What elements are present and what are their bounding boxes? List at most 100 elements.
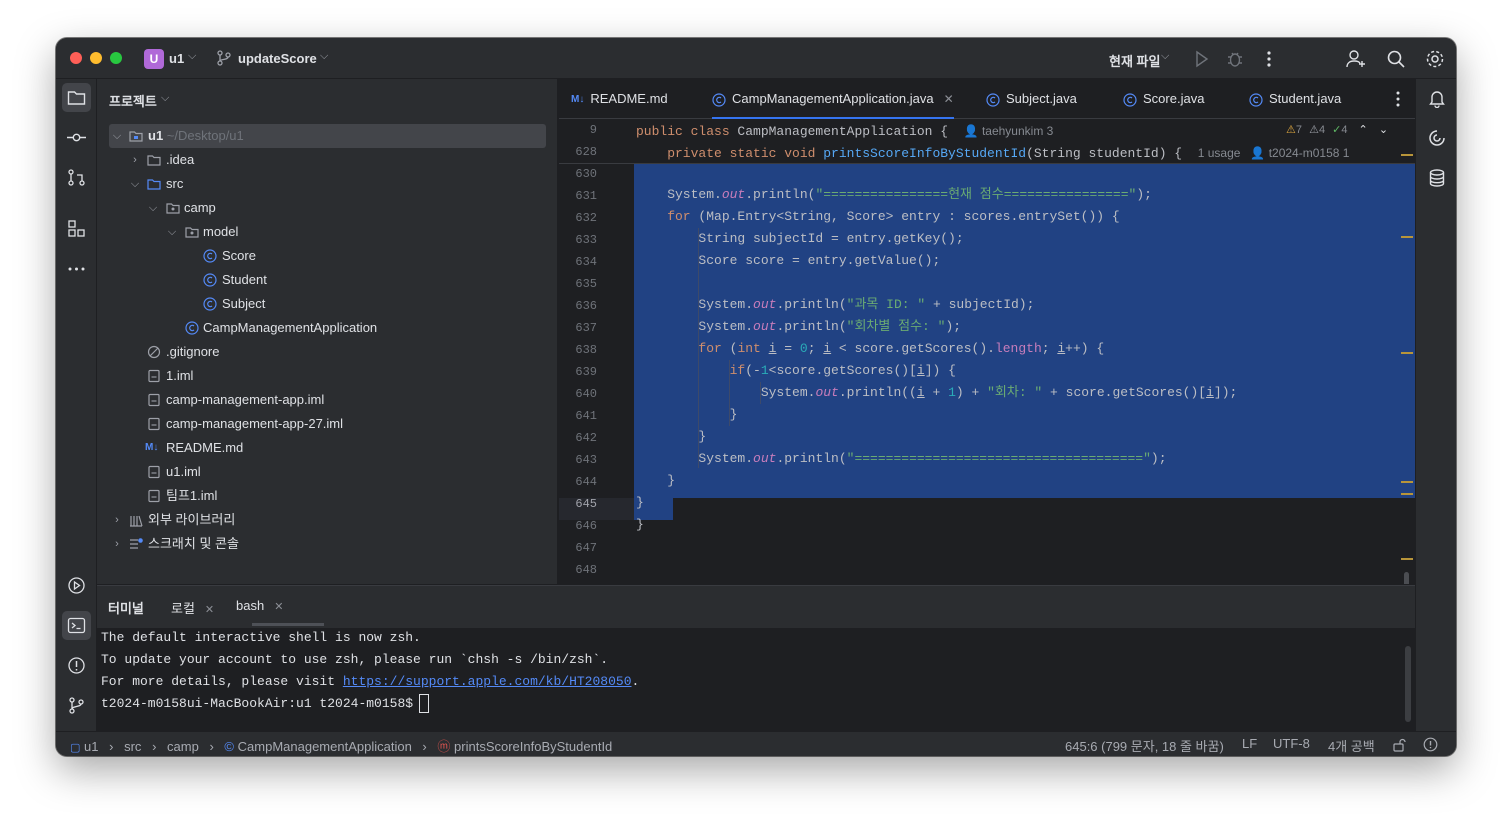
inspection-widget[interactable]: ⚠7 ⚠4 ✓4 ⌃ ⌄ xyxy=(1286,123,1388,136)
warning-marker[interactable] xyxy=(1401,481,1413,483)
commit-tool-button[interactable] xyxy=(62,123,91,152)
close-tab-icon[interactable]: ✕ xyxy=(274,601,283,613)
tree-item-subject[interactable]: Subject xyxy=(109,292,546,316)
tree-item-readme[interactable]: M↓ README.md xyxy=(109,436,546,460)
minimize-window-button[interactable] xyxy=(90,52,102,64)
settings-gear-icon[interactable] xyxy=(1424,48,1446,70)
chevron-right-icon[interactable]: › xyxy=(129,148,141,172)
tree-item-student[interactable]: Student xyxy=(109,268,546,292)
chevron-right-icon[interactable]: › xyxy=(111,508,123,532)
tab-local-terminal[interactable]: 로컬 ✕ xyxy=(171,598,214,617)
debug-icon[interactable] xyxy=(1224,48,1246,70)
unlock-icon[interactable] xyxy=(1392,738,1406,752)
tab-camp-management-application[interactable]: CampManagementApplication.java ✕ xyxy=(712,79,954,119)
project-badge[interactable]: U xyxy=(144,49,164,69)
tree-item-1iml[interactable]: 1.iml xyxy=(109,364,546,388)
close-tab-icon[interactable]: ✕ xyxy=(205,604,214,616)
problems-indicator-icon[interactable] xyxy=(1423,737,1438,752)
close-window-button[interactable] xyxy=(70,52,82,64)
chevron-down-icon[interactable]: ⌵ xyxy=(111,124,123,148)
usage-inlay[interactable]: 1 usage xyxy=(1198,146,1241,160)
terminal-panel: 터미널 로컬 ✕ bash ✕ The default interactive sh… xyxy=(97,585,1415,731)
git-tool-button[interactable] xyxy=(62,691,91,720)
author-inlay[interactable]: taehyunkim 3 xyxy=(982,124,1053,138)
problems-tool-button[interactable] xyxy=(62,651,91,680)
breadcrumb-item[interactable]: src xyxy=(124,739,141,754)
breadcrumb-item[interactable]: u1 xyxy=(84,739,98,754)
caret-position[interactable]: 645:6 (799 문자, 18 줄 바꿈) xyxy=(1065,736,1224,755)
code-string: "과목 ID: " xyxy=(846,297,926,312)
tree-item-idea[interactable]: › .idea xyxy=(109,148,546,172)
author-inlay[interactable]: t2024-m0158 1 xyxy=(1269,146,1350,160)
tree-item-camp[interactable]: ⌵ camp xyxy=(109,196,546,220)
tree-item-camp-iml[interactable]: camp-management-app.iml xyxy=(109,388,546,412)
tab-bash-terminal[interactable]: bash ✕ xyxy=(236,598,283,613)
zoom-window-button[interactable] xyxy=(110,52,122,64)
tree-item-gitignore[interactable]: .gitignore xyxy=(109,340,546,364)
chevron-down-icon[interactable]: ⌵ xyxy=(129,172,141,196)
search-icon[interactable] xyxy=(1385,48,1407,70)
terminal-scrollbar[interactable] xyxy=(1405,646,1411,722)
warning-marker[interactable] xyxy=(1401,236,1413,238)
tab-readme[interactable]: M↓ README.md xyxy=(571,79,668,119)
line-separator[interactable]: LF xyxy=(1242,736,1257,751)
active-tab-underline xyxy=(252,623,324,626)
file-encoding[interactable]: UTF-8 xyxy=(1273,736,1310,751)
tab-label: Student.java xyxy=(1269,91,1342,106)
pull-requests-tool-button[interactable] xyxy=(62,163,91,192)
tree-item-scratches[interactable]: › 스크래치 및 콘솔 xyxy=(109,532,546,556)
tree-item-camp-app[interactable]: CampManagementApplication xyxy=(109,316,546,340)
tree-item-camp27-iml[interactable]: camp-management-app-27.iml xyxy=(109,412,546,436)
breadcrumb-item[interactable]: CampManagementApplication xyxy=(238,739,412,754)
chevron-right-icon[interactable]: › xyxy=(111,532,123,556)
tab-score[interactable]: Score.java xyxy=(1123,79,1204,119)
code-editor[interactable]: 630 631 632 633 634 635 636 637 638 639 640 641 642 6… xyxy=(559,120,1415,584)
tree-item-external-libs[interactable]: › 외부 라이브러리 xyxy=(109,508,546,532)
tree-root-u1[interactable]: ⌵ u1 ~/Desktop/u1 xyxy=(109,124,546,148)
project-panel-title[interactable]: 프로젝트 xyxy=(109,91,157,110)
branch-switcher[interactable]: updateScore xyxy=(238,51,317,66)
tree-item-team-iml[interactable]: 팀프1.iml xyxy=(109,484,546,508)
warning-marker[interactable] xyxy=(1401,352,1413,354)
breadcrumb-item[interactable]: camp xyxy=(167,739,199,754)
chevron-right-icon: › xyxy=(152,739,157,754)
more-tools-button[interactable] xyxy=(62,254,91,283)
vertical-scrollbar[interactable] xyxy=(1404,572,1409,584)
library-icon xyxy=(130,515,143,527)
tree-item-src[interactable]: ⌵ src xyxy=(109,172,546,196)
tab-options-icon[interactable] xyxy=(1389,89,1407,109)
more-vertical-icon[interactable] xyxy=(1258,48,1280,70)
database-icon[interactable] xyxy=(1427,168,1447,188)
tree-item-u1iml[interactable]: u1.iml xyxy=(109,460,546,484)
project-switcher[interactable]: u1 xyxy=(169,51,184,66)
tab-student[interactable]: Student.java xyxy=(1249,79,1341,119)
indent-setting[interactable]: 4개 공백 xyxy=(1328,736,1375,755)
tree-item-model[interactable]: ⌵ model xyxy=(109,220,546,244)
terminal-tab-label: bash xyxy=(236,598,265,613)
warning-marker[interactable] xyxy=(1401,154,1413,156)
services-tool-button[interactable] xyxy=(62,571,91,600)
line-number: 646 xyxy=(575,519,597,533)
terminal-link[interactable]: https://support.apple.com/kb/HT208050 xyxy=(343,674,632,689)
warning-marker[interactable] xyxy=(1401,558,1413,560)
project-tool-button[interactable] xyxy=(62,83,91,112)
warning-marker[interactable] xyxy=(1401,493,1413,495)
chevron-down-icon[interactable]: ⌵ xyxy=(166,220,178,244)
next-highlight-icon[interactable]: ⌄ xyxy=(1379,124,1388,136)
close-tab-icon[interactable]: ✕ xyxy=(944,92,954,106)
terminal-cursor[interactable] xyxy=(419,694,430,713)
run-config-selector[interactable]: 현재 파일 xyxy=(1109,51,1160,70)
add-user-icon[interactable] xyxy=(1345,48,1367,70)
ai-assistant-icon[interactable] xyxy=(1427,128,1447,148)
code-string: "================현재 점수================" xyxy=(815,187,1137,202)
tab-subject[interactable]: Subject.java xyxy=(986,79,1077,119)
terminal-tool-button[interactable] xyxy=(62,611,91,640)
tree-item-score[interactable]: Score xyxy=(109,244,546,268)
run-icon[interactable] xyxy=(1190,48,1212,70)
notifications-bell-icon[interactable] xyxy=(1427,88,1447,108)
tree-item-label: Subject xyxy=(222,296,266,311)
chevron-down-icon[interactable]: ⌵ xyxy=(147,196,159,220)
previous-highlight-icon[interactable]: ⌃ xyxy=(1359,124,1368,136)
breadcrumb-item[interactable]: printsScoreInfoByStudentId xyxy=(454,739,612,754)
structure-tool-button[interactable] xyxy=(62,214,91,243)
